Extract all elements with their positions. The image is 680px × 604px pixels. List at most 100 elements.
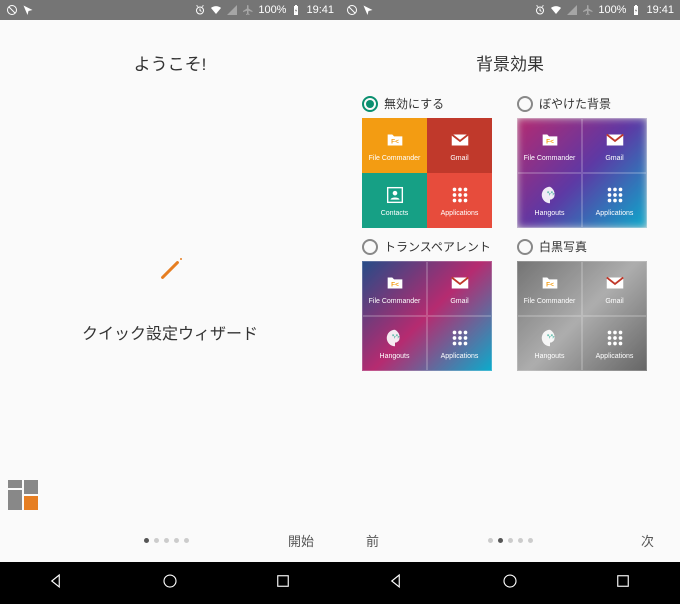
tile-label: Applications — [441, 210, 479, 217]
bg-option-radio[interactable]: トランスペアレント — [362, 238, 503, 255]
prev-button[interactable]: 前 — [356, 525, 389, 556]
contacts-icon — [384, 184, 406, 206]
next-button[interactable]: 次 — [631, 525, 664, 556]
battery-icon — [630, 4, 642, 16]
tile-label: Gmail — [450, 298, 468, 305]
bg-preview[interactable]: F<File Commander Gmail Hangouts Application… — [362, 261, 492, 371]
app-tile: F<File Commander — [362, 118, 427, 173]
bg-option-radio[interactable]: ぼやけた背景 — [517, 95, 658, 112]
page-dot — [184, 538, 189, 543]
hangouts-icon — [539, 327, 561, 349]
radio-button[interactable] — [517, 96, 533, 112]
nav-home[interactable] — [473, 564, 547, 603]
folder-icon: F< — [384, 272, 406, 294]
dnd-icon — [6, 4, 18, 16]
apps-icon — [449, 184, 471, 206]
bg-option-radio[interactable]: 無効にする — [362, 95, 503, 112]
clock: 19:41 — [646, 4, 674, 16]
bg-option: ぼやけた背景 F<File CommanderGmailHangoutsAppli… — [517, 95, 658, 228]
radio-label: トランスペアレント — [384, 238, 491, 255]
tile-label: Applications — [596, 210, 634, 217]
radio-button[interactable] — [517, 239, 533, 255]
nav-back[interactable] — [20, 564, 94, 603]
page-dot — [174, 538, 179, 543]
tile-label: Gmail — [605, 298, 623, 305]
radio-label: 無効にする — [384, 95, 444, 112]
cursor-icon — [22, 4, 34, 16]
battery-pct: 100% — [258, 4, 286, 16]
hangouts-icon — [384, 327, 406, 349]
bg-option: 白黒写真 F< File Commander Gmail Hangouts Applica… — [517, 238, 658, 371]
gmail-icon — [604, 272, 626, 294]
svg-text:F<: F< — [546, 282, 554, 289]
gmail-icon — [449, 272, 471, 294]
bg-option: トランスペアレント F<File Commander Gmail Hangouts Ap… — [362, 238, 503, 371]
app-tile: F<File Commander — [517, 118, 582, 173]
content-left: ようこそ! クイック設定ウィザード 開始 — [0, 20, 340, 562]
page-dots — [389, 538, 631, 543]
page-dot — [528, 538, 533, 543]
svg-text:F<: F< — [546, 139, 554, 146]
content-right: 背景効果 無効にするF<File CommanderGmailContactsA… — [340, 20, 680, 562]
wifi-icon — [210, 4, 222, 16]
tile-label: Hangouts — [535, 353, 565, 360]
bg-preview[interactable]: F<File CommanderGmailHangoutsApplication… — [517, 118, 647, 228]
apps-icon — [604, 184, 626, 206]
cursor-icon — [362, 4, 374, 16]
statusbar: 100% 19:41 — [0, 0, 340, 20]
tile-label: File Commander — [524, 298, 576, 305]
dnd-icon — [346, 4, 358, 16]
radio-button[interactable] — [362, 96, 378, 112]
folder-icon: F< — [384, 129, 406, 151]
tile-label: Applications — [441, 353, 479, 360]
alarm-icon — [534, 4, 546, 16]
app-tile: F<File Commander — [362, 261, 427, 316]
app-tile: Applications — [427, 173, 492, 228]
page-dot — [488, 538, 493, 543]
nav-recent[interactable] — [246, 564, 320, 603]
radio-button[interactable] — [362, 239, 378, 255]
statusbar: 100% 19:41 — [340, 0, 680, 20]
battery-pct: 100% — [598, 4, 626, 16]
tile-label: Contacts — [381, 210, 409, 217]
page-dot — [164, 538, 169, 543]
page-dot — [518, 538, 523, 543]
nav-home[interactable] — [133, 564, 207, 603]
gmail-icon — [604, 129, 626, 151]
page-dot — [498, 538, 503, 543]
bg-preview[interactable]: F< File Commander Gmail Hangouts Application… — [517, 261, 647, 371]
battery-icon — [290, 4, 302, 16]
signal-icon — [566, 4, 578, 16]
tile-label: Applications — [596, 353, 634, 360]
airplane-icon — [242, 4, 254, 16]
wand-icon — [150, 250, 190, 290]
app-tile: Hangouts — [362, 316, 427, 371]
nav-recent[interactable] — [586, 564, 660, 603]
app-tile: F< File Commander — [517, 261, 582, 316]
bg-option-radio[interactable]: 白黒写真 — [517, 238, 658, 255]
start-button[interactable]: 開始 — [278, 525, 324, 556]
wifi-icon — [550, 4, 562, 16]
app-tile: Gmail — [582, 261, 647, 316]
nav-back[interactable] — [360, 564, 434, 603]
app-tile: Gmail — [427, 261, 492, 316]
app-tile: Applications — [582, 173, 647, 228]
apps-icon — [604, 327, 626, 349]
navbar — [0, 562, 340, 604]
alarm-icon — [194, 4, 206, 16]
footer-right: 前 次 — [340, 518, 680, 562]
page-dot — [144, 538, 149, 543]
folder-icon: F< — [539, 272, 561, 294]
folder-icon: F< — [539, 129, 561, 151]
page-dots — [56, 538, 278, 543]
app-tile: Applications — [427, 316, 492, 371]
page-dot — [154, 538, 159, 543]
app-tile: Applications — [582, 316, 647, 371]
svg-text:F<: F< — [391, 139, 399, 146]
phone-right: 100% 19:41 背景効果 無効にするF<File CommanderGma… — [340, 0, 680, 604]
gmail-icon — [449, 129, 471, 151]
bg-preview[interactable]: F<File CommanderGmailContactsApplication… — [362, 118, 492, 228]
apps-icon — [449, 327, 471, 349]
app-tile: Hangouts — [517, 173, 582, 228]
page-dot — [508, 538, 513, 543]
